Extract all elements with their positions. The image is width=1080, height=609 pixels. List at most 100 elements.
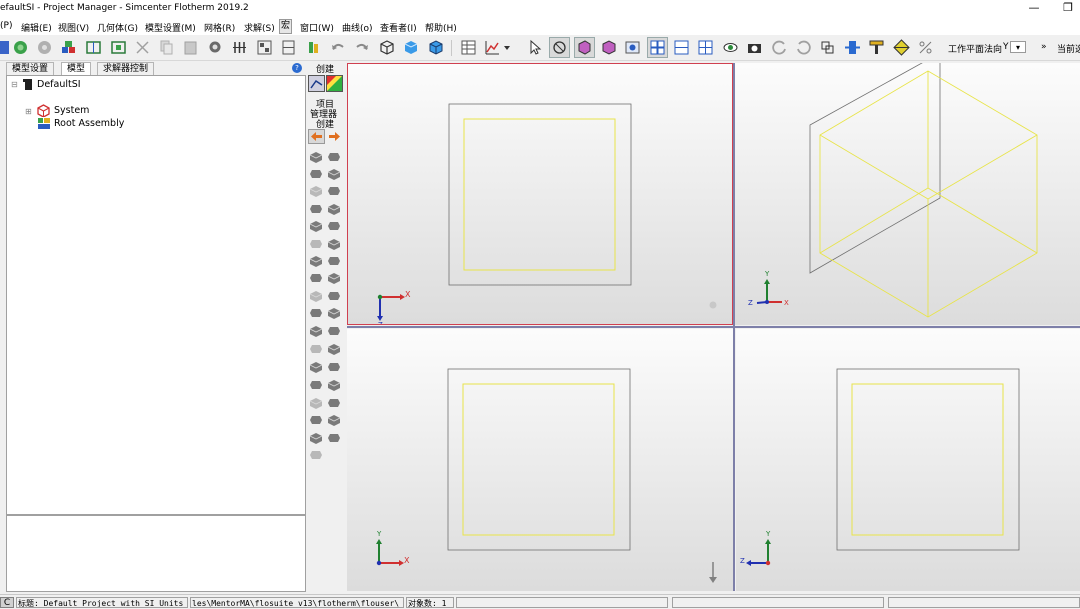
cuboid-tool-icon[interactable] — [309, 151, 323, 163]
four-views-icon[interactable] — [647, 37, 668, 58]
sensor-tool-icon[interactable] — [327, 238, 341, 250]
tree-item-system[interactable]: System — [54, 104, 89, 117]
move-icon[interactable] — [844, 39, 861, 56]
prism-tool-icon[interactable] — [327, 151, 341, 163]
heatsink-tool-icon[interactable] — [327, 203, 341, 215]
distribute-icon[interactable] — [280, 39, 297, 56]
volume-tool-icon[interactable] — [327, 414, 341, 426]
wedge-tool-icon[interactable] — [309, 168, 323, 180]
redo-icon[interactable] — [354, 39, 371, 56]
solder-tool-icon[interactable] — [327, 379, 341, 391]
align-center-icon[interactable] — [893, 39, 910, 56]
shaded-cube-icon[interactable] — [427, 39, 444, 56]
rack-tool-icon[interactable] — [309, 449, 323, 461]
viewport-side[interactable]: Y Z — [736, 329, 1080, 591]
menu-viewer[interactable]: 查看者(I) — [380, 21, 417, 34]
menu-view[interactable]: 视图(V) — [58, 21, 89, 34]
viewport-top[interactable]: Y X — [347, 329, 733, 591]
menu-window[interactable]: 窗口(W) — [300, 21, 334, 34]
tec-tool-icon[interactable] — [327, 307, 341, 319]
menu-edit[interactable]: 编辑(E) — [21, 21, 52, 34]
pipe-tool-icon[interactable] — [327, 343, 341, 355]
plate-tool-icon[interactable] — [309, 255, 323, 267]
paste-icon[interactable] — [182, 39, 199, 56]
split-horizontal-icon[interactable] — [673, 39, 690, 56]
pcb-tool-icon[interactable] — [309, 290, 323, 302]
viewport-divider-vertical[interactable] — [733, 63, 735, 591]
split-grid-icon[interactable] — [697, 39, 714, 56]
power-map-tool-icon[interactable] — [327, 397, 341, 409]
fixture-tool-icon[interactable] — [309, 432, 323, 444]
square-diea-tool-icon[interactable] — [309, 343, 323, 355]
heatpipe-tool-icon[interactable] — [309, 307, 323, 319]
pointer-icon[interactable] — [526, 39, 543, 56]
tab-model[interactable]: 模型 — [61, 62, 92, 75]
assembly-ref-tool-icon[interactable] — [309, 397, 323, 409]
region-tool-icon[interactable] — [327, 272, 341, 284]
color-map-icon[interactable] — [326, 75, 343, 92]
viewport-front[interactable]: X Z — [347, 63, 733, 325]
source-tool-icon[interactable] — [327, 220, 341, 232]
chart-view-icon[interactable] — [308, 75, 325, 92]
resistance-tool-icon[interactable] — [309, 272, 323, 284]
perforated-plate-tool-icon[interactable] — [309, 325, 323, 337]
tab-model-setup[interactable]: 模型设置 — [6, 62, 55, 75]
align-icon[interactable] — [231, 39, 248, 56]
menu-model-setup[interactable]: 模型设置(M) — [145, 21, 196, 34]
menu-grid[interactable]: 网格(R) — [204, 21, 235, 34]
camera-icon[interactable] — [746, 39, 763, 56]
surface-icon[interactable] — [624, 39, 641, 56]
menu-help[interactable]: 帮助(H) — [425, 21, 457, 34]
help-icon[interactable]: ? — [292, 63, 302, 73]
assembly-icon[interactable] — [60, 39, 77, 56]
expand-icon[interactable]: ⊟ — [11, 80, 18, 89]
tree-item-root-assembly[interactable]: Root Assembly — [54, 117, 124, 130]
toolbar-overflow-button[interactable]: » — [1041, 42, 1047, 52]
solid-cube-icon[interactable] — [402, 39, 419, 56]
die-tool-icon[interactable] — [327, 325, 341, 337]
recirculation-tool-icon[interactable] — [327, 361, 341, 373]
chart-icon[interactable] — [484, 39, 501, 56]
cable-tool-icon[interactable] — [309, 414, 323, 426]
component-tool-icon[interactable] — [327, 290, 341, 302]
grid-object-icon[interactable] — [110, 39, 127, 56]
align-top-icon[interactable] — [868, 39, 885, 56]
menu-solve[interactable]: 求解(S) — [244, 21, 275, 34]
arrow-left-icon[interactable] — [308, 129, 325, 144]
wire-cube-icon[interactable] — [378, 39, 395, 56]
undo-icon[interactable] — [329, 39, 346, 56]
percent-icon[interactable] — [917, 39, 934, 56]
eye-icon[interactable] — [722, 39, 739, 56]
cut-icon[interactable] — [134, 39, 151, 56]
enclosure-tool-icon[interactable] — [309, 203, 323, 215]
maximize-button[interactable]: ❐ — [1053, 1, 1080, 17]
workplane-dropdown[interactable]: ▾ — [1010, 41, 1026, 53]
find-icon[interactable] — [207, 39, 224, 56]
tree-view[interactable]: ⊟ DefaultSI ⊞ System Root Assembly — [6, 75, 306, 515]
rotate-right-icon[interactable] — [795, 39, 812, 56]
tree-item-root[interactable]: DefaultSI — [37, 78, 81, 91]
table-icon[interactable] — [460, 39, 477, 56]
menu-geometry[interactable]: 几何体(G) — [97, 21, 138, 34]
box-icon[interactable] — [600, 39, 617, 56]
tab-solver-control[interactable]: 求解器控制 — [97, 62, 155, 75]
grid-assembly-icon[interactable] — [85, 39, 102, 56]
rotate-view-icon[interactable] — [549, 37, 570, 58]
viewport-isometric[interactable]: Y X Z — [735, 63, 1080, 325]
arrow-right-icon[interactable] — [326, 129, 343, 144]
layout-icon[interactable] — [256, 39, 273, 56]
viewport-divider-horizontal[interactable] — [347, 326, 1080, 328]
fan-tool-icon[interactable] — [309, 220, 323, 232]
copy-icon[interactable] — [158, 39, 175, 56]
group-icon[interactable] — [819, 39, 836, 56]
supply-tool-icon[interactable] — [309, 361, 323, 373]
network-tool-icon[interactable] — [327, 185, 341, 197]
box-select-icon[interactable] — [574, 37, 595, 58]
network-icon[interactable] — [36, 39, 53, 56]
rotate-left-icon[interactable] — [771, 39, 788, 56]
thermal-via-tool-icon[interactable] — [309, 379, 323, 391]
globe-icon[interactable] — [12, 39, 29, 56]
menu-curves[interactable]: 曲线(o) — [342, 21, 373, 34]
monitor-point-tool-icon[interactable] — [309, 238, 323, 250]
menu-macro[interactable]: 宏 — [279, 19, 293, 34]
